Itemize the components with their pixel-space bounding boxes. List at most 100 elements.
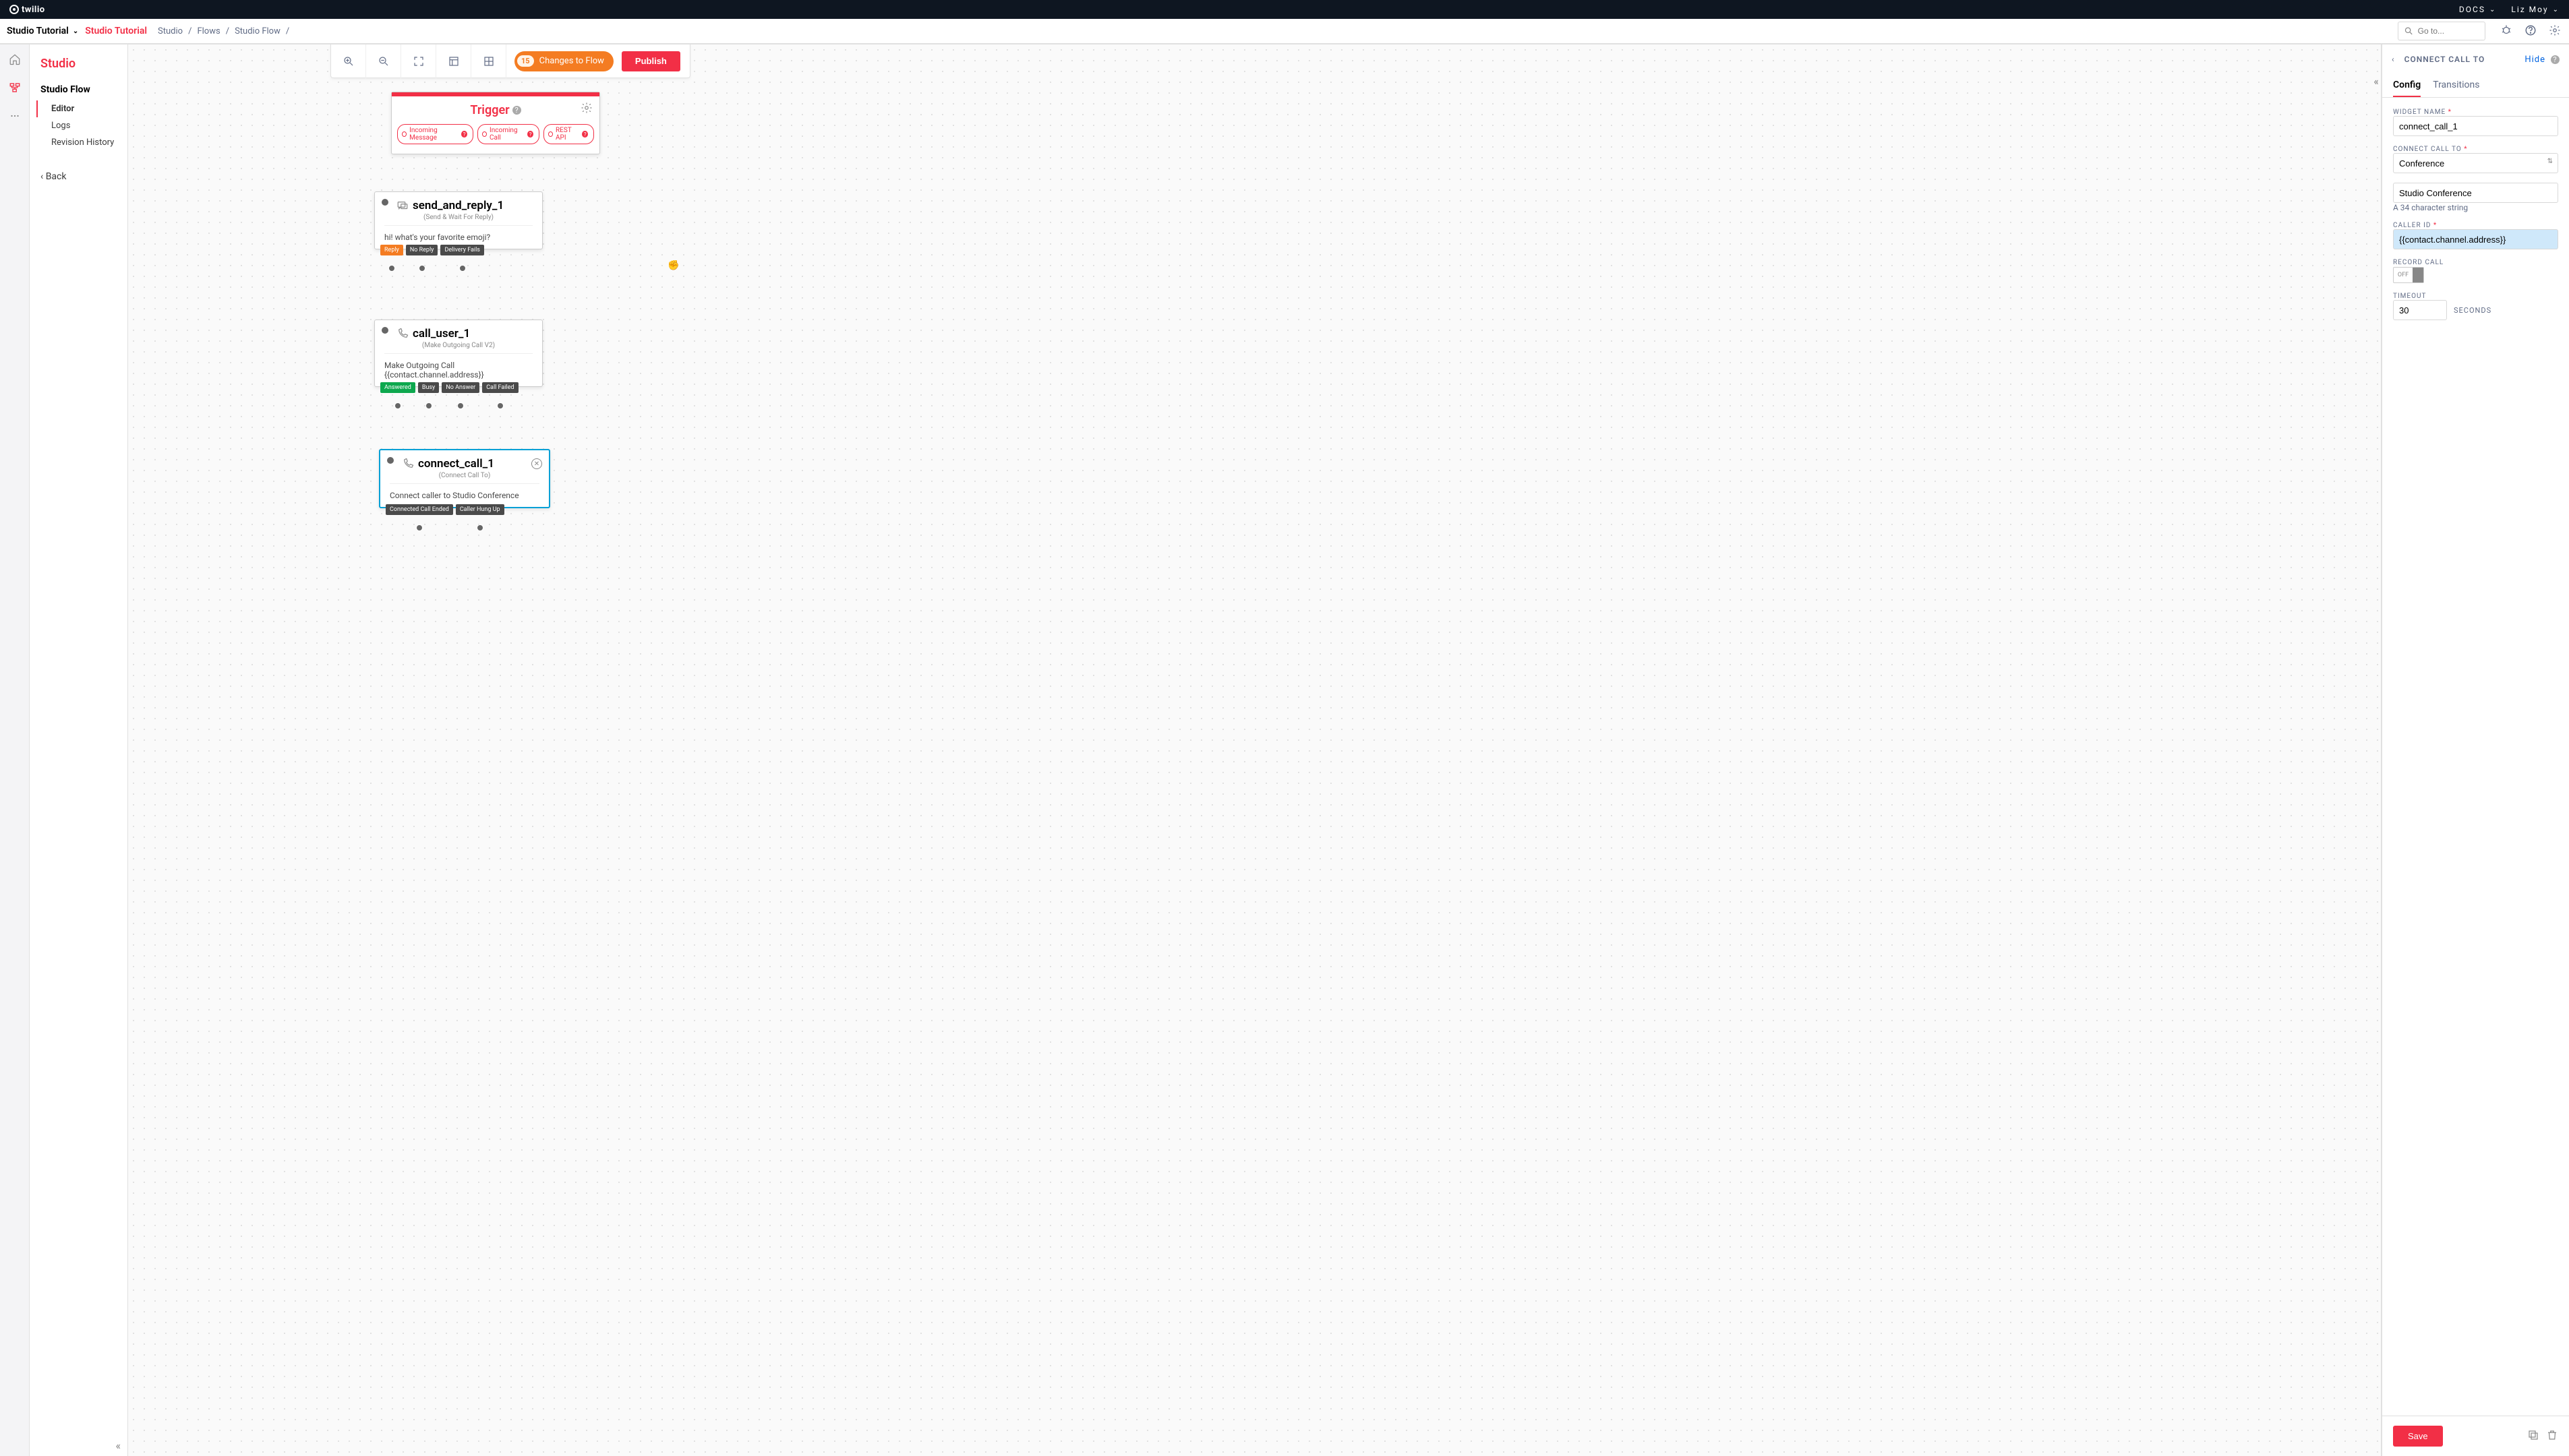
trigger-pill-message[interactable]: Incoming Message? <box>397 124 473 144</box>
connect-select[interactable]: Conference <box>2393 153 2558 173</box>
sidebar-title[interactable]: Studio <box>30 57 127 80</box>
app-rail <box>0 44 30 1456</box>
more-icon[interactable] <box>7 108 23 124</box>
out-answered[interactable]: Answered <box>380 382 415 393</box>
settings-icon[interactable] <box>2549 24 2562 38</box>
widget-call-user[interactable]: call_user_1 (Make Outgoing Call V2) Make… <box>374 320 543 387</box>
hide-button[interactable]: Hide? <box>2524 55 2560 65</box>
tab-transitions[interactable]: Transitions <box>2433 74 2479 97</box>
gear-icon[interactable] <box>581 102 593 117</box>
crumb-studio[interactable]: Studio <box>158 26 183 36</box>
out-hungup[interactable]: Caller Hung Up <box>456 504 504 515</box>
sidebar-item-editor[interactable]: Editor <box>36 100 127 117</box>
help-icon[interactable] <box>2524 24 2538 38</box>
project-dropdown[interactable]: Studio Tutorial ⌄ <box>7 26 78 36</box>
label-record: RECORD CALL <box>2393 259 2558 266</box>
input-port[interactable] <box>382 199 388 206</box>
conference-name-input[interactable] <box>2393 183 2558 203</box>
chevron-down-icon: ⌄ <box>2489 6 2496 13</box>
caller-id-input[interactable] <box>2393 229 2558 249</box>
sidebar-back[interactable]: Back <box>30 167 127 186</box>
out-ended[interactable]: Connected Call Ended <box>386 504 453 515</box>
widget-body: Connect caller to Studio Conference <box>380 484 549 507</box>
out-delivery[interactable]: Delivery Fails <box>440 245 484 255</box>
trash-icon[interactable] <box>2546 1429 2558 1444</box>
search-icon <box>2404 25 2414 37</box>
brand-logo[interactable]: twilio <box>9 5 45 15</box>
studio-icon[interactable] <box>7 80 23 96</box>
widget-send-reply[interactable]: send_and_reply_1 (Send & Wait For Reply)… <box>374 191 543 249</box>
close-icon[interactable]: ✕ <box>531 458 542 469</box>
brand-icon <box>9 5 19 14</box>
grid-icon[interactable] <box>471 44 506 78</box>
out-busy[interactable]: Busy <box>418 382 439 393</box>
save-button[interactable]: Save <box>2393 1426 2443 1447</box>
chevron-down-icon: ⌄ <box>73 28 78 35</box>
out-failed[interactable]: Call Failed <box>482 382 518 393</box>
label-caller-id: CALLER ID * <box>2393 222 2558 229</box>
chevron-down-icon: ⌄ <box>2553 6 2560 13</box>
panel-collapse-icon[interactable]: « <box>2370 74 2382 88</box>
sidebar-item-logs[interactable]: Logs <box>36 117 127 134</box>
trigger-widget[interactable]: Trigger ? Incoming Message? Incoming Cal… <box>391 92 600 154</box>
changes-badge[interactable]: 15 Changes to Flow <box>514 51 614 71</box>
connection-wires <box>128 44 330 146</box>
changes-count: 15 <box>517 55 534 67</box>
input-port[interactable] <box>382 327 388 334</box>
label-connect: CONNECT CALL TO * <box>2393 146 2558 153</box>
input-port[interactable] <box>387 457 394 464</box>
sidebar: Studio Studio Flow Editor Logs Revision … <box>30 44 128 1456</box>
fullscreen-icon[interactable] <box>401 44 436 78</box>
publish-button[interactable]: Publish <box>622 51 680 71</box>
widget-type: (Connect Call To) <box>380 472 549 483</box>
trigger-pill-rest[interactable]: REST API? <box>543 124 594 144</box>
canvas-toolbar: 15 Changes to Flow Publish <box>330 44 690 78</box>
conference-hint: A 34 character string <box>2393 203 2558 212</box>
chat-icon <box>396 200 409 212</box>
top-bar: twilio DOCS ⌄ Liz Moy ⌄ <box>0 0 2569 19</box>
trigger-title: Trigger <box>470 103 509 117</box>
out-noreply[interactable]: No Reply <box>406 245 438 255</box>
layout-icon[interactable] <box>436 44 471 78</box>
duplicate-icon[interactable] <box>2527 1429 2539 1444</box>
widget-body: Make Outgoing Call{{contact.channel.addr… <box>375 354 542 386</box>
trigger-pill-call[interactable]: Incoming Call? <box>477 124 539 144</box>
docs-link[interactable]: DOCS ⌄ <box>2459 5 2496 14</box>
debug-icon[interactable] <box>2500 24 2514 38</box>
home-icon[interactable] <box>7 51 23 67</box>
out-noanswer[interactable]: No Answer <box>442 382 479 393</box>
widget-name-input[interactable] <box>2393 116 2558 136</box>
changes-text: Changes to Flow <box>539 56 604 66</box>
sidebar-item-revision[interactable]: Revision History <box>36 134 127 151</box>
seconds-label: SECONDS <box>2454 306 2491 315</box>
zoom-in-icon[interactable] <box>331 44 366 78</box>
flow-canvas[interactable]: 15 Changes to Flow Publish Trigger ? Inc… <box>128 44 2382 1456</box>
user-menu[interactable]: Liz Moy ⌄ <box>2511 5 2560 14</box>
project-active[interactable]: Studio Tutorial <box>85 26 147 36</box>
crumb-flows[interactable]: Flows <box>197 26 220 36</box>
out-reply[interactable]: Reply <box>380 245 403 255</box>
hand-cursor-icon: ✊ <box>668 260 679 271</box>
phone-icon <box>402 458 414 470</box>
breadcrumb: Studio/ Flows/ Studio Flow/ <box>158 26 289 36</box>
config-panel: « ‹ CONNECT CALL TO Hide? Config Transit… <box>2382 44 2569 1456</box>
back-icon[interactable]: ‹ <box>2392 55 2395 64</box>
panel-title: CONNECT CALL TO <box>2404 55 2525 64</box>
label-widget-name: WIDGET NAME * <box>2393 109 2558 116</box>
crumb-studioflow[interactable]: Studio Flow <box>235 26 280 36</box>
help-badge-icon[interactable]: ? <box>512 106 521 115</box>
breadcrumb-bar: Studio Tutorial ⌄ Studio Tutorial Studio… <box>0 19 2569 44</box>
widget-type: (Send & Wait For Reply) <box>375 214 542 225</box>
sidebar-collapse-icon[interactable]: « <box>30 1435 127 1456</box>
tab-config[interactable]: Config <box>2393 74 2421 97</box>
search-input-wrap[interactable] <box>2398 22 2485 40</box>
zoom-out-icon[interactable] <box>366 44 401 78</box>
phone-icon <box>396 328 409 340</box>
search-input[interactable] <box>2418 26 2479 36</box>
timeout-input[interactable] <box>2393 300 2447 320</box>
widget-connect-call[interactable]: ✕ connect_call_1 (Connect Call To) Conne… <box>379 449 550 508</box>
brand-text: twilio <box>22 5 45 15</box>
record-toggle[interactable]: OFF <box>2393 267 2424 283</box>
sidebar-section[interactable]: Studio Flow <box>30 80 127 99</box>
label-timeout: TIMEOUT <box>2393 293 2558 300</box>
